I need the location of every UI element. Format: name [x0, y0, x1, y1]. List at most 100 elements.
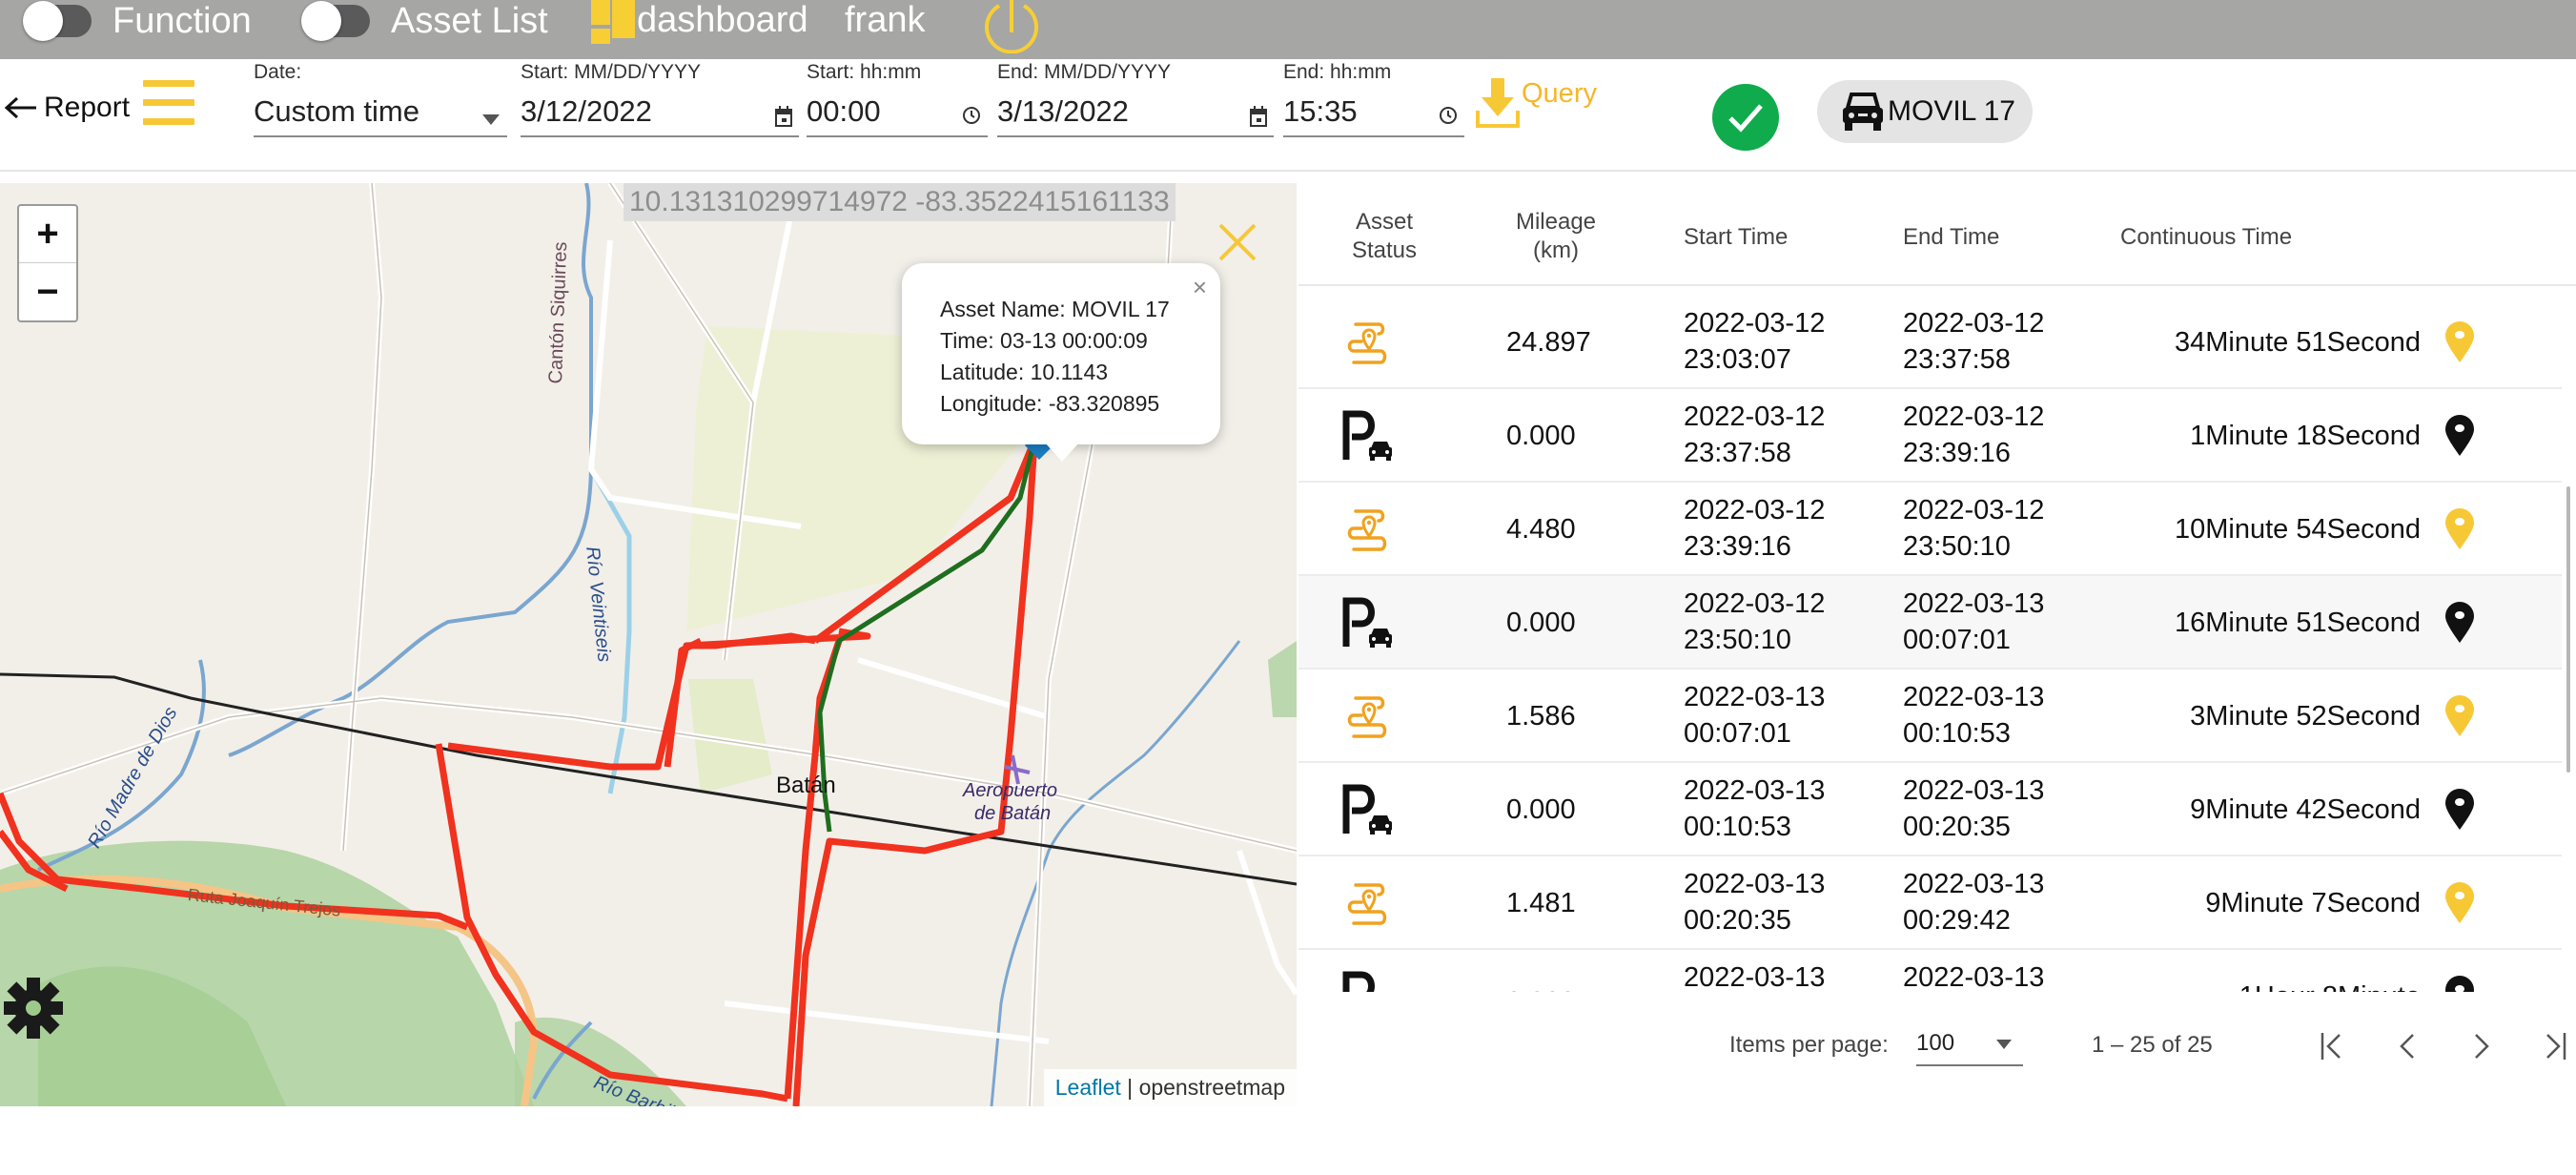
end-date: 2022-03-12: [1903, 495, 2045, 526]
end-date: 2022-03-12: [1903, 308, 2045, 339]
confirm-button[interactable]: [1712, 84, 1779, 151]
show-on-map-button[interactable]: [2443, 788, 2477, 832]
start-date-value: 3/12/2022: [521, 88, 799, 137]
table-row[interactable]: 0.000 2022-03-12 23:37:58 2022-03-12 23:…: [1298, 389, 2562, 483]
hamburger-menu-icon[interactable]: [143, 80, 194, 126]
column-header-mileage[interactable]: Mileage (km): [1499, 208, 1613, 265]
start-clock: 00:20:35: [1684, 905, 1791, 936]
end-time-cell: 2022-03-13 00:29:42: [1903, 866, 2044, 938]
table-row[interactable]: 24.897 2022-03-12 23:03:07 2022-03-12 23…: [1298, 296, 2562, 389]
asset-status-cell: [1342, 971, 1396, 992]
column-header-end-time[interactable]: End Time: [1903, 223, 1999, 252]
calendar-icon[interactable]: [1249, 105, 1268, 128]
gear-icon[interactable]: [4, 975, 63, 1041]
last-page-button[interactable]: [2530, 1022, 2576, 1070]
header-text: Status: [1351, 237, 1418, 263]
first-page-button[interactable]: [2309, 1022, 2357, 1070]
items-per-page-select[interactable]: 100: [1916, 1024, 2023, 1066]
end-date: 2022-03-13: [1903, 962, 2045, 992]
clock-icon[interactable]: [961, 105, 982, 126]
chevron-right-icon: [2475, 1034, 2489, 1059]
location-pin-icon: [2445, 976, 2474, 992]
zoom-out-button[interactable]: −: [19, 263, 76, 320]
column-header-start-time[interactable]: Start Time: [1684, 223, 1788, 252]
mileage-cell: 0.000: [1506, 421, 1576, 451]
previous-page-button[interactable]: [2383, 1022, 2431, 1070]
header-text: (km): [1533, 237, 1579, 263]
scrollbar-thumb[interactable]: [2566, 486, 2570, 773]
location-pin-icon: [2445, 882, 2474, 923]
top-navigation-bar: Function Asset List dashboard frank: [0, 0, 2576, 59]
column-header-continuous-time[interactable]: Continuous Time: [2120, 223, 2292, 252]
column-header-asset-status[interactable]: Asset Status: [1337, 208, 1432, 265]
table-row[interactable]: 0.000 2022-03-13 00:10:53 2022-03-13 00:…: [1298, 763, 2562, 856]
arrow-left-icon: [4, 96, 36, 119]
leaflet-link[interactable]: Leaflet: [1055, 1075, 1121, 1100]
map-view[interactable]: Cantón Siquirres Río Veintiseis Río Madr…: [0, 183, 1297, 1106]
end-clock: 23:50:10: [1903, 531, 2011, 562]
start-clock: 00:10:53: [1684, 812, 1791, 842]
start-time-cell: 2022-03-12 23:50:10: [1684, 586, 1825, 658]
user-name[interactable]: frank: [845, 0, 925, 40]
selected-asset-chip[interactable]: MOVIL 17: [1817, 80, 2033, 143]
map-label-town: Batán: [776, 773, 836, 798]
show-on-map-button[interactable]: [2443, 975, 2477, 992]
end-time-label: End: hh:mm: [1283, 61, 1392, 83]
date-label: Date:: [254, 61, 302, 83]
show-on-map-button[interactable]: [2443, 507, 2477, 551]
power-icon[interactable]: [982, 0, 1041, 53]
popup-longitude: Longitude: -83.320895: [940, 391, 1160, 416]
mileage-cell: 0.000: [1506, 608, 1576, 638]
asset-chip-label: MOVIL 17: [1888, 95, 2015, 127]
end-clock: 23:37:58: [1903, 344, 2011, 375]
calendar-icon[interactable]: [774, 105, 793, 128]
toggle-knob: [23, 1, 63, 41]
start-date: 2022-03-12: [1684, 495, 1826, 526]
route-driving-icon: [1347, 883, 1387, 925]
zoom-in-button[interactable]: +: [19, 206, 76, 263]
end-time-cell: 2022-03-13 00:07:01: [1903, 586, 2044, 658]
next-page-button[interactable]: [2458, 1022, 2505, 1070]
table-row[interactable]: 1.586 2022-03-13 00:07:01 2022-03-13 00:…: [1298, 670, 2562, 763]
asset-status-cell: [1342, 504, 1396, 557]
dashboard-link[interactable]: dashboard: [637, 0, 808, 40]
show-on-map-button[interactable]: [2443, 694, 2477, 738]
show-on-map-button[interactable]: [2443, 601, 2477, 645]
items-per-page-label: Items per page:: [1729, 1032, 1889, 1058]
parked-car-icon: [1342, 597, 1392, 648]
parked-car-icon: [1342, 971, 1375, 992]
table-scrollbar[interactable]: [2565, 296, 2572, 992]
continuous-time-cell: 1Minute 18Second: [2190, 421, 2421, 451]
back-to-report-button[interactable]: Report: [4, 84, 130, 132]
location-pin-icon: [2445, 321, 2474, 362]
table-header: Asset Status Mileage (km) Start Time End…: [1298, 183, 2576, 286]
table-row[interactable]: 4.480 2022-03-12 23:39:16 2022-03-12 23:…: [1298, 483, 2562, 576]
start-time-cell: 2022-03-13 00:20:35: [1684, 866, 1825, 938]
start-date: 2022-03-13: [1684, 682, 1826, 712]
continuous-time-cell: 9Minute 42Second: [2190, 794, 2421, 825]
show-on-map-button[interactable]: [2443, 320, 2477, 364]
start-time-cell: 2022-03-12 23:37:58: [1684, 399, 1825, 471]
asset-list-toggle[interactable]: Asset List: [301, 1, 548, 41]
query-button[interactable]: Query: [1476, 78, 1597, 135]
dashboard-icon: [591, 0, 635, 44]
start-time-cell: 2022-03-13 00:07:01: [1684, 679, 1825, 752]
clock-icon[interactable]: [1438, 105, 1459, 126]
popup-close-button[interactable]: ×: [1193, 273, 1207, 302]
mileage-cell: 0.000: [1506, 794, 1576, 825]
parked-car-icon: [1342, 784, 1392, 835]
toggle-knob: [301, 1, 341, 41]
popup-latitude: Latitude: 10.1143: [940, 360, 1109, 384]
show-on-map-button[interactable]: [2443, 881, 2477, 925]
function-toggle[interactable]: Function: [23, 1, 252, 41]
mileage-cell: 4.480: [1506, 514, 1576, 545]
table-row[interactable]: 1.481 2022-03-13 00:20:35 2022-03-13 00:…: [1298, 856, 2562, 950]
start-time-label: Start: hh:mm: [807, 61, 922, 83]
table-row[interactable]: 0.000 2022-03-12 23:50:10 2022-03-13 00:…: [1298, 576, 2562, 670]
show-on-map-button[interactable]: [2443, 414, 2477, 458]
asset-status-cell: [1342, 317, 1396, 370]
table-row[interactable]: 0.000 2022-03-13 2022-03-13 1Hour 8Minut…: [1298, 950, 2562, 992]
end-clock: 00:20:35: [1903, 812, 2011, 842]
close-icon[interactable]: [1215, 219, 1260, 265]
end-date: 2022-03-12: [1903, 402, 2045, 432]
